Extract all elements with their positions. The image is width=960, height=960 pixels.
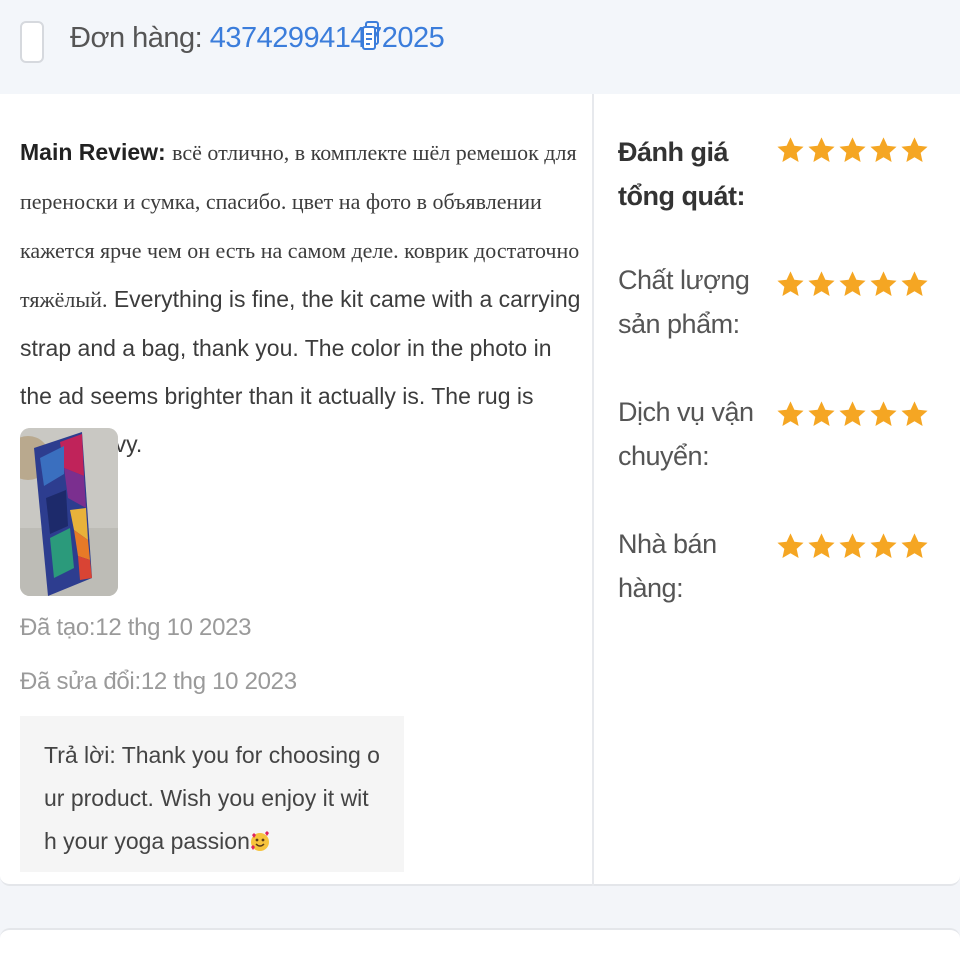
star-icon — [777, 401, 804, 426]
modified-date: Đã sửa đổi:12 thg 10 2023 — [20, 668, 297, 695]
order-header: Đơn hàng: 437429941472025 — [0, 0, 960, 94]
rating-label: Dịch vụ vận chuyển: — [618, 397, 754, 471]
order-prefix: Đơn hàng: — [70, 22, 203, 54]
review-card: Main Review: всё отлично, в комплекте шё… — [0, 94, 960, 886]
select-checkbox[interactable] — [20, 21, 44, 63]
review-label: Main Review: — [20, 139, 166, 165]
star-icon — [777, 271, 804, 296]
star-icon — [808, 271, 835, 296]
star-icon — [870, 271, 897, 296]
reply-text: Trả lời: Thank you for choosing our prod… — [44, 742, 380, 854]
star-rating — [776, 264, 929, 304]
star-icon — [839, 271, 866, 296]
created-date: Đã tạo:12 thg 10 2023 — [20, 614, 252, 641]
column-divider — [592, 94, 594, 886]
star-icon — [808, 401, 835, 426]
copy-icon[interactable] — [362, 20, 380, 52]
main-review: Main Review: всё отлично, в комплекте шё… — [20, 128, 588, 468]
star-icon — [839, 137, 866, 162]
order-label: Đơn hàng: 437429941472025 — [70, 22, 445, 55]
star-icon — [901, 401, 928, 426]
star-icon — [901, 137, 928, 162]
smiling-face-with-hearts-icon — [250, 831, 269, 851]
next-card-edge — [0, 928, 960, 960]
rating-label: Chất lượng sản phẩm: — [618, 265, 750, 339]
star-icon — [901, 533, 928, 558]
star-rating — [776, 526, 929, 566]
seller-reply: Trả lời: Thank you for choosing our prod… — [20, 716, 404, 872]
star-icon — [777, 533, 804, 558]
star-rating — [776, 130, 929, 170]
star-icon — [808, 137, 835, 162]
yoga-mat-photo — [20, 428, 118, 596]
star-icon — [839, 401, 866, 426]
star-icon — [870, 137, 897, 162]
star-icon — [777, 137, 804, 162]
rating-label: Nhà bán hàng: — [618, 529, 717, 603]
rating-label: Đánh giá tổng quát: — [618, 137, 745, 211]
star-icon — [870, 401, 897, 426]
star-icon — [839, 533, 866, 558]
star-icon — [808, 533, 835, 558]
review-photo[interactable] — [20, 428, 118, 596]
star-icon — [870, 533, 897, 558]
star-icon — [901, 271, 928, 296]
star-rating — [776, 394, 929, 434]
order-id-link[interactable]: 437429941472025 — [210, 22, 445, 54]
